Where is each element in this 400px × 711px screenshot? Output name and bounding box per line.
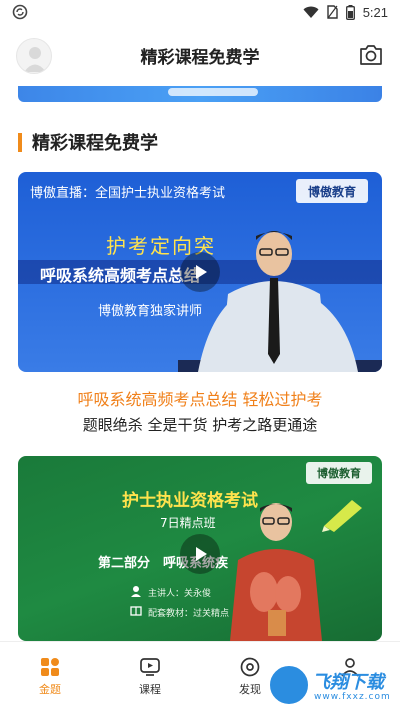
play-button[interactable] (180, 534, 220, 574)
play-icon (196, 547, 207, 561)
no-sim-icon (326, 5, 338, 19)
watermark-sub: www.fxxz.com (314, 692, 391, 702)
grid-icon (41, 658, 59, 676)
section-header: 精彩课程免费学 (18, 129, 158, 155)
video-logo-text: 博傲教育 (307, 184, 356, 199)
main-content[interactable]: 精彩课程免费学 博傲直播：全国护士执业资格考试 博傲教育 护考定向突 呼吸系统高… (0, 86, 400, 641)
play-icon (196, 265, 207, 279)
page-title: 精彩课程免费学 (140, 47, 260, 68)
course-description: 题眼绝杀 全是干货 护考之路更通途 (82, 416, 318, 434)
section-title: 精彩课程免费学 (32, 133, 158, 154)
nav-label: 课程 (139, 683, 161, 696)
site-watermark: 飞翔下载 www.fxxz.com (268, 664, 394, 708)
video-presenter-line: 主讲人：关永俊 (148, 589, 212, 599)
video-top-text: 博傲直播：全国护士执业资格考试 (30, 186, 226, 201)
watermark-text: 飞翔下载 (312, 672, 384, 693)
video-material-line: 配套教材：过关精点 (148, 609, 230, 619)
course-video-thumbnail[interactable]: 博傲直播：全国护士执业资格考试 博傲教育 护考定向突 呼吸系统高频考点总结 博傲… (18, 172, 382, 372)
video-subtitle: 呼吸系统高频考点总结 (40, 266, 201, 285)
camera-icon (360, 45, 382, 65)
compass-icon (240, 657, 260, 677)
section-accent-bar (18, 132, 22, 152)
nav-label: 金题 (39, 683, 61, 696)
video-logo: 博傲教育 (306, 462, 372, 484)
nav-item-questions[interactable]: 金题 (0, 642, 100, 711)
avatar[interactable] (16, 38, 52, 74)
video-subtitle: 7日精点班 (160, 516, 216, 530)
course-title[interactable]: 呼吸系统高频考点总结 轻松过护考 (0, 386, 400, 410)
presenter-icon (131, 586, 141, 597)
nav-item-courses[interactable]: 课程 (100, 642, 200, 711)
video-logo-text: 博傲教育 (317, 467, 361, 480)
lecturer-figure (230, 503, 322, 641)
video-logo: 博傲教育 (296, 179, 368, 203)
wifi-icon (303, 6, 319, 18)
video-footer-text: 博傲教育独家讲师 (98, 304, 203, 319)
user-avatar-icon (24, 47, 46, 72)
lecturer-figure (198, 231, 358, 372)
video-course-icon (140, 658, 160, 676)
watermark-logo (268, 664, 310, 706)
sync-icon (12, 4, 28, 20)
status-time: 5:21 (362, 4, 388, 20)
status-bar: 5:21 (0, 0, 400, 24)
play-button[interactable] (180, 252, 220, 292)
book-icon (130, 606, 142, 616)
app-header: 精彩课程免费学 (0, 24, 400, 86)
nav-label: 发现 (239, 683, 261, 696)
banner[interactable] (18, 86, 382, 102)
camera-button[interactable] (358, 42, 384, 68)
battery-icon (345, 4, 355, 20)
course-video-thumbnail[interactable]: 博傲教育 护士执业资格考试 7日精点班 第二部分 呼吸系统疾 主讲人：关永俊 配… (18, 456, 382, 641)
